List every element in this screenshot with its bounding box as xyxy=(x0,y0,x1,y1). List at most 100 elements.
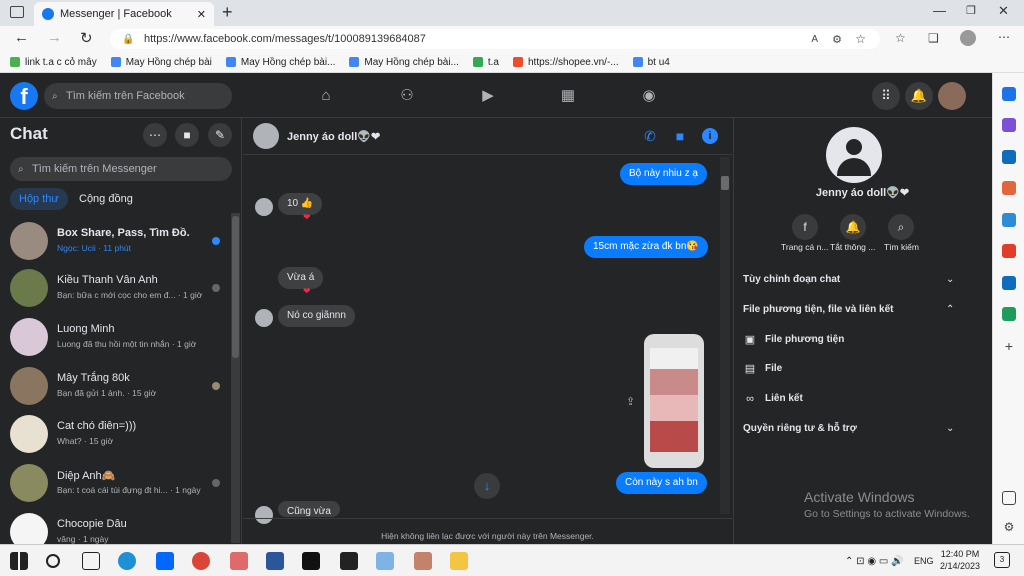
discover-icon[interactable] xyxy=(1002,118,1016,132)
bookmark[interactable]: May Hồng chép bài... xyxy=(225,57,335,68)
windows-start-icon[interactable] xyxy=(10,552,28,570)
conversation-item[interactable]: Box Share, Pass, Tìm Đồ. Ngọc: Ucii · 11… xyxy=(10,219,230,263)
more-menu-icon[interactable]: ⋯ xyxy=(998,30,1010,44)
message-bubble[interactable]: Bộ này nhiu z ạ xyxy=(620,163,707,185)
favorites-icon[interactable]: ☆ xyxy=(895,31,906,45)
contact-name[interactable]: Jenny áo doll👽❤ xyxy=(287,130,380,143)
tray-icons[interactable]: ⌃ ⊡ ◉ ▭ 🔊 xyxy=(845,556,904,567)
settings-icon[interactable]: ⚙ xyxy=(1002,520,1016,534)
friends-icon[interactable]: ⚇ xyxy=(398,88,416,104)
address-bar[interactable]: 🔒 https://www.facebook.com/messages/t/10… xyxy=(110,29,880,49)
app-icon[interactable] xyxy=(230,552,248,570)
games-icon[interactable] xyxy=(1002,213,1016,227)
favorite-star-icon[interactable]: ☆ xyxy=(855,32,866,46)
share-icon[interactable]: ⇪ xyxy=(626,395,635,408)
chevron-down-icon[interactable]: ⌄ xyxy=(946,274,954,285)
bookmark[interactable]: May Hồng chép bài... xyxy=(349,57,459,68)
office-icon[interactable] xyxy=(1002,244,1016,258)
chevron-up-icon[interactable]: ⌃ xyxy=(946,304,954,315)
tab-community[interactable]: Cộng đồng xyxy=(79,193,133,205)
account-avatar[interactable] xyxy=(938,82,966,110)
add-icon[interactable]: + xyxy=(1002,339,1016,353)
close-tab-icon[interactable]: ✕ xyxy=(197,8,206,21)
capcut-icon[interactable] xyxy=(340,552,358,570)
shopping-icon[interactable] xyxy=(1002,150,1016,164)
outlook-icon[interactable] xyxy=(1002,276,1016,290)
chrome-icon[interactable] xyxy=(192,552,210,570)
contact-avatar[interactable] xyxy=(253,123,279,149)
section-privacy-support[interactable]: Quyền riêng tư & hỗ trợ xyxy=(743,423,857,434)
video-icon[interactable]: ■ xyxy=(672,128,688,144)
message-bubble[interactable]: Nó co giãnnn xyxy=(278,305,355,327)
read-aloud-icon[interactable]: A xyxy=(811,34,818,45)
info-icon[interactable]: i xyxy=(702,128,718,144)
clock[interactable]: 12:40 PM 2/14/2023 xyxy=(940,548,980,572)
action-label[interactable]: Tìm kiếm xyxy=(884,242,919,252)
media-item[interactable]: File phương tiện xyxy=(765,334,844,345)
options-icon[interactable]: ⋯ xyxy=(143,123,167,147)
messenger-search-input[interactable]: ⌕ Tìm kiếm trên Messenger xyxy=(10,157,232,181)
drop-icon[interactable] xyxy=(1002,307,1016,321)
photo-app-icon[interactable] xyxy=(414,552,432,570)
notifications-icon[interactable]: 🔔 xyxy=(905,82,933,110)
paint-icon[interactable] xyxy=(376,552,394,570)
tab-inbox[interactable]: Hộp thư xyxy=(10,188,68,210)
conversation-scrollbar[interactable] xyxy=(720,157,730,514)
groups-icon[interactable]: ◉ xyxy=(640,88,658,104)
restore-icon[interactable]: ❐ xyxy=(966,4,976,17)
marketplace-icon[interactable]: ▦ xyxy=(559,88,577,104)
search-circle-icon[interactable] xyxy=(46,554,60,568)
search-icon[interactable] xyxy=(1002,87,1016,101)
forward-icon[interactable]: → xyxy=(47,29,62,46)
profile-avatar[interactable] xyxy=(826,127,882,183)
task-view-icon[interactable] xyxy=(82,552,100,570)
back-icon[interactable]: ← xyxy=(14,29,29,46)
scroll-down-button[interactable]: ↓ xyxy=(474,473,500,499)
window-menu-icon[interactable] xyxy=(10,6,24,18)
conversation-item[interactable]: Mây Trắng 80k Bạn đã gửi 1 ảnh. · 15 giờ xyxy=(10,364,230,408)
message-bubble[interactable]: Vừa á xyxy=(278,267,324,289)
search-icon[interactable]: ⌕ xyxy=(888,214,914,240)
facebook-profile-icon[interactable]: f xyxy=(792,214,818,240)
home-icon[interactable]: ⌂ xyxy=(317,88,335,104)
link-item[interactable]: Liên kết xyxy=(765,393,803,404)
word-icon[interactable] xyxy=(266,552,284,570)
language-indicator[interactable]: ENG xyxy=(914,556,934,566)
profile-avatar[interactable] xyxy=(960,30,976,46)
scrollbar-thumb[interactable] xyxy=(232,216,239,358)
section-customize-chat[interactable]: Tùy chỉnh đoạn chat xyxy=(743,274,840,285)
mute-bell-icon[interactable]: 🔔 xyxy=(840,214,866,240)
edge-icon[interactable] xyxy=(118,552,136,570)
conversation-item[interactable]: Kiều Thanh Vân Anh Bạn: bữa c mới cọc ch… xyxy=(10,266,230,310)
close-window-icon[interactable]: ✕ xyxy=(998,3,1009,19)
new-tab-icon[interactable]: + xyxy=(222,2,233,23)
browser-tab[interactable]: Messenger | Facebook ✕ xyxy=(34,2,214,26)
zalo-icon[interactable] xyxy=(156,552,174,570)
conversation-item[interactable]: Cat chó điên=))) What? · 15 giờ xyxy=(10,412,230,456)
refresh-icon[interactable]: ↻ xyxy=(80,29,93,47)
bookmark[interactable]: link t.a c cỏ mây xyxy=(10,57,97,68)
bookmark[interactable]: https://shopee.vn/-... xyxy=(513,57,619,68)
section-media-files[interactable]: File phương tiện, file và liên kết xyxy=(743,304,894,315)
scrollbar-thumb[interactable] xyxy=(721,176,729,190)
message-bubble[interactable]: 10 👍 xyxy=(278,193,323,215)
compose-icon[interactable]: ✎ xyxy=(208,123,232,147)
bookmark[interactable]: May Hồng chép bài xyxy=(110,57,212,68)
collections-icon[interactable]: ❏ xyxy=(928,31,939,45)
file-item[interactable]: File xyxy=(765,363,782,374)
notification-center-icon[interactable]: 3 xyxy=(994,552,1010,568)
action-label[interactable]: Tắt thông ... xyxy=(830,242,875,252)
bookmark[interactable]: bt u4 xyxy=(632,57,670,68)
facebook-logo[interactable]: f xyxy=(10,82,38,110)
minimize-icon[interactable]: — xyxy=(933,3,946,18)
conversation-item[interactable]: Luong Minh Luong đã thu hồi một tin nhắn… xyxy=(10,315,230,359)
file-explorer-icon[interactable] xyxy=(450,552,468,570)
message-bubble[interactable]: Cũng vừa xyxy=(278,501,340,517)
tools-icon[interactable] xyxy=(1002,181,1016,195)
bookmark[interactable]: t.a xyxy=(472,57,499,68)
facebook-search-input[interactable]: ⌕ Tìm kiếm trên Facebook xyxy=(44,83,232,109)
message-bubble[interactable]: Còn này s ah bn xyxy=(616,472,707,494)
action-label[interactable]: Trang cá n... xyxy=(781,242,828,252)
phone-icon[interactable]: ✆ xyxy=(642,128,658,144)
split-screen-icon[interactable] xyxy=(1002,491,1016,505)
